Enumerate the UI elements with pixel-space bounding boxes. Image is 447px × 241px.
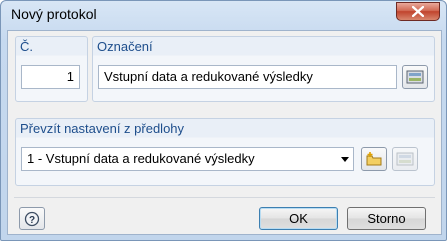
- template-library-button[interactable]: [392, 147, 418, 171]
- designation-label: Označení: [97, 39, 153, 54]
- designation-field[interactable]: Vstupní data a redukované výsledky: [98, 65, 397, 89]
- ok-button[interactable]: OK: [259, 207, 338, 230]
- svg-text:?: ?: [29, 215, 35, 226]
- separator: [14, 197, 435, 198]
- number-label: Č.: [20, 39, 33, 54]
- template-group: Převzít nastavení z předlohy 1 - Vstupní…: [15, 118, 435, 186]
- new-template-button[interactable]: [361, 147, 387, 171]
- window-title: Nový protokol: [11, 6, 97, 22]
- designation-select-button[interactable]: [402, 65, 428, 89]
- close-button[interactable]: [396, 2, 440, 21]
- dialog-body: Č. 1 Označení Vstupní data a redukované …: [7, 30, 442, 235]
- report-library-icon: [396, 152, 414, 166]
- number-group: Č. 1: [15, 36, 88, 102]
- title-bar[interactable]: Nový protokol: [1, 1, 446, 29]
- close-icon: [412, 6, 424, 17]
- report-library-icon: [406, 70, 424, 84]
- number-field[interactable]: 1: [21, 65, 80, 89]
- template-selected-value: 1 - Vstupní data a redukované výsledky: [27, 151, 255, 166]
- template-label: Převzít nastavení z předlohy: [20, 121, 185, 136]
- dialog-window: Nový protokol Č. 1 Označení Vstupní data…: [0, 0, 447, 241]
- designation-group: Označení Vstupní data a redukované výsle…: [92, 36, 435, 102]
- template-dropdown[interactable]: 1 - Vstupní data a redukované výsledky: [21, 147, 354, 171]
- help-button[interactable]: ?: [19, 207, 45, 230]
- cancel-button[interactable]: Storno: [347, 207, 426, 230]
- help-icon: ?: [24, 211, 40, 226]
- chevron-down-icon: [341, 157, 349, 162]
- new-folder-icon: [366, 152, 382, 166]
